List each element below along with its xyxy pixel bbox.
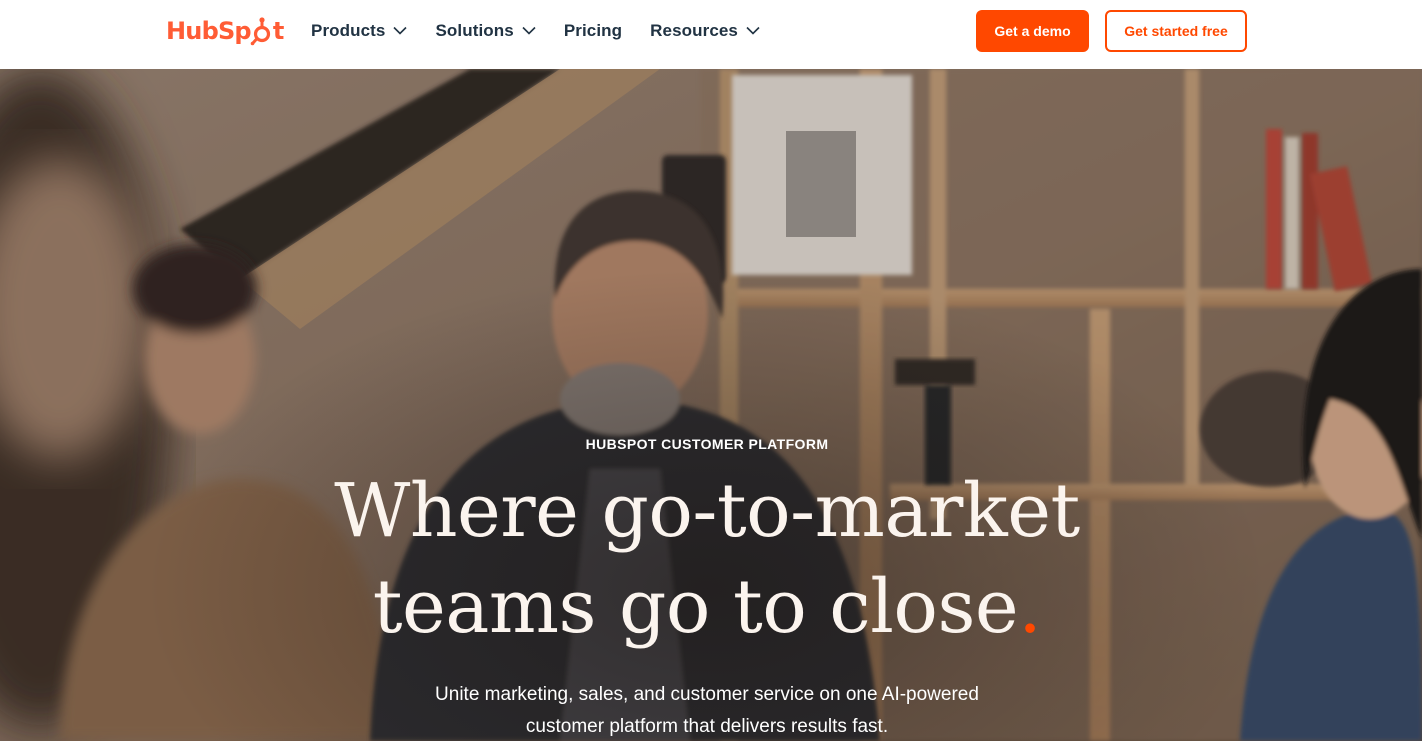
chevron-down-icon [522, 26, 536, 35]
get-a-demo-button[interactable]: Get a demo [976, 10, 1089, 52]
hubspot-logo[interactable]: HubSp t [166, 15, 284, 47]
subtext-line-1: Unite marketing, sales, and customer ser… [435, 684, 979, 705]
main-nav: Products Solutions Pricing Resources [311, 0, 788, 61]
hero-section: HUBSPOT CUSTOMER PLATFORM Where go-to-ma… [0, 69, 1422, 741]
nav-resources[interactable]: Resources [650, 21, 760, 41]
subtext-line-2: customer platform that delivers results … [525, 716, 889, 737]
hero-headline: Where go-to-market teams go to close. [0, 463, 1414, 655]
nav-products[interactable]: Products [311, 20, 408, 41]
chevron-down-icon [393, 26, 408, 35]
nav-resources-label: Resources [650, 20, 738, 40]
headline-line-1: Where go-to-market [334, 468, 1080, 554]
nav-pricing-label: Pricing [563, 20, 623, 40]
nav-solutions[interactable]: Solutions [435, 20, 536, 41]
headline-line-2: teams go to close [372, 564, 1019, 650]
hubspot-sprocket-icon [250, 17, 270, 46]
get-started-free-button[interactable]: Get started free [1105, 10, 1247, 52]
nav-products-label: Products [311, 20, 386, 40]
site-header: HubSp t Products Solutions Pricing Resou… [0, 0, 1422, 69]
logo-text-start: HubSp [166, 17, 252, 45]
hero-subtext: Unite marketing, sales, and customer ser… [0, 679, 1414, 741]
nav-pricing[interactable]: Pricing [564, 21, 622, 41]
chevron-down-icon [746, 26, 760, 35]
headline-accent-dot: . [1018, 564, 1042, 650]
nav-solutions-label: Solutions [435, 20, 514, 40]
hero-eyebrow: HUBSPOT CUSTOMER PLATFORM [585, 436, 829, 452]
logo-text-end: t [272, 17, 284, 45]
